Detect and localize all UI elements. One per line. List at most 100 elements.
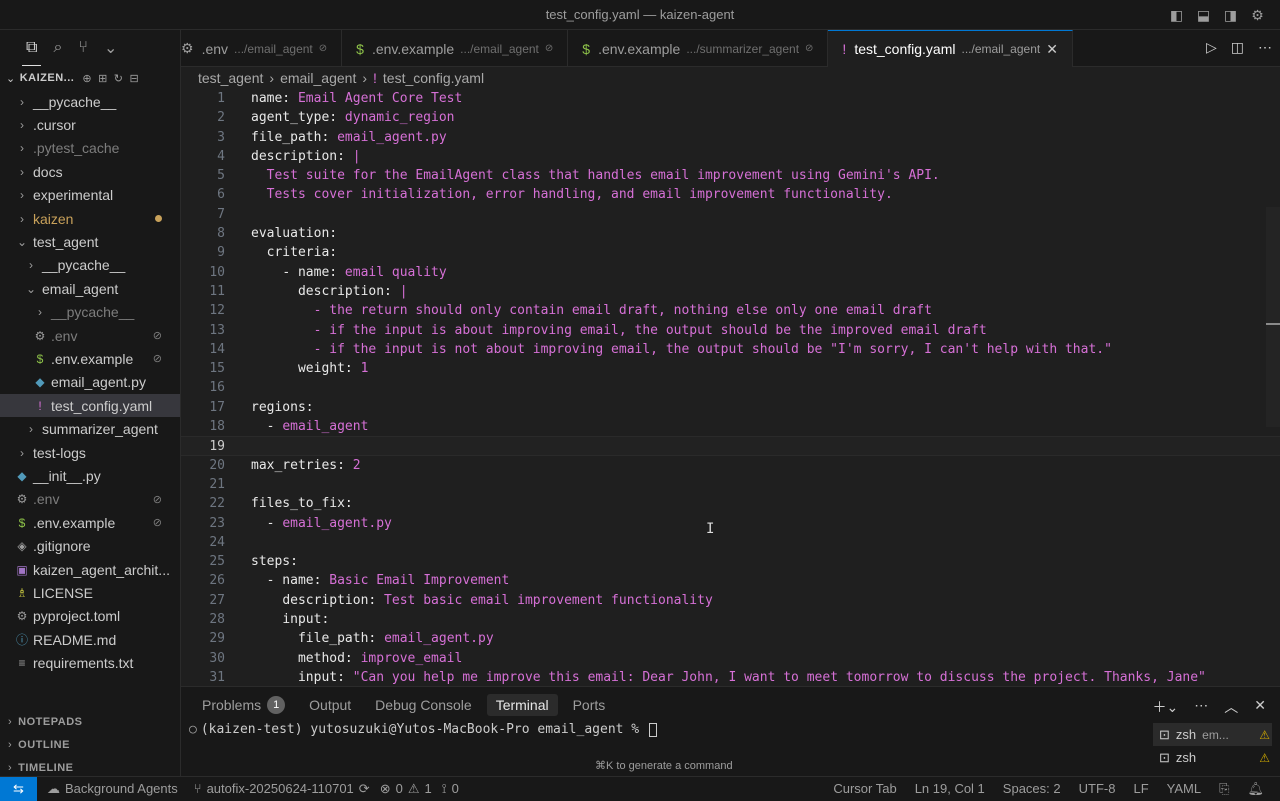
tree-item-env[interactable]: ⚙ .env ⊘ [0,488,180,511]
tree-item-env-example[interactable]: $ .env.example ⊘ [0,511,180,534]
tree-item-gitignore[interactable]: ◈ .gitignore [0,534,180,557]
code-line[interactable]: 31 input: "Can you help me improve this … [181,668,1280,686]
tree-item-email-agent[interactable]: ⌄ email_agent [0,277,180,300]
language-mode[interactable]: YAML [1167,781,1201,797]
code-line[interactable]: 27 description: Test basic email improve… [181,591,1280,610]
tab-env-example[interactable]: $ .env.example .../email_agent ⊘ [342,30,569,67]
breadcrumb-folder-1[interactable]: test_agent [198,70,263,86]
indentation[interactable]: Spaces: 2 [1003,781,1061,797]
tree-item-pycache[interactable]: › __pycache__ [0,90,180,113]
code-line[interactable]: 22 files_to_fix: [181,494,1280,513]
close-icon[interactable]: ✕ [1046,41,1058,58]
ports-status[interactable]: ⟟ 0 [442,781,459,797]
toggle-sidebar-icon[interactable]: ◧ [1168,7,1185,23]
tree-item-license[interactable]: ♗ LICENSE [0,581,180,604]
code-line[interactable]: 12 - the return should only contain emai… [181,301,1280,320]
tree-item-experimental[interactable]: › experimental [0,184,180,207]
tree-item-pycache[interactable]: › __pycache__ [0,301,180,324]
code-editor[interactable]: 1 name: Email Agent Core Test 2 agent_type:… [181,89,1280,686]
tab-env-example[interactable]: $ .env.example .../summarizer_agent ⊘ [568,30,829,67]
code-line[interactable]: 24 [181,533,1280,552]
code-line[interactable]: 20 max_retries: 2 [181,456,1280,475]
code-line[interactable]: 19 [181,436,1280,456]
code-line[interactable]: 7 [181,205,1280,224]
code-line[interactable]: 13 - if the input is about improving ema… [181,321,1280,340]
tab-ports[interactable]: Ports [564,694,615,716]
explorer-header[interactable]: ⌄ KAIZEN... ⊕ ⊞ ↻ ⊟ [0,66,180,90]
new-file-icon[interactable]: ⊕ [82,72,92,85]
source-control-icon[interactable]: ⑂ [78,39,88,57]
tree-item-pytest-cache[interactable]: › .pytest_cache [0,137,180,160]
section-outline[interactable]: › OUTLINE [0,733,181,756]
code-line[interactable]: 26 - name: Basic Email Improvement [181,571,1280,590]
tree-item-env[interactable]: ⚙ .env ⊘ [0,324,180,347]
tree-item-kaizen-agent-archit[interactable]: ▣ kaizen_agent_archit... [0,558,180,581]
terminal-session-1[interactable]: ⊡ zsh em... ⚠ [1153,723,1272,746]
terminal-output[interactable]: ○ (kaizen-test) yutosuzuki@Yutos-MacBook-… [189,722,657,737]
tab-test-config-yaml[interactable]: ! test_config.yaml .../email_agent ✕ [828,30,1073,67]
remote-icon[interactable]: ⇆ [0,776,37,801]
feedback-icon[interactable]: ⎘ [1219,781,1229,797]
tab-output[interactable]: Output [300,694,360,716]
files-icon[interactable]: ⧉ [21,39,43,66]
code-line[interactable]: 29 file_path: email_agent.py [181,629,1280,648]
tab-env[interactable]: ⚙ .env .../email_agent ⊘ [181,30,343,67]
code-line[interactable]: 9 criteria: [181,243,1280,262]
tab-debug-console[interactable]: Debug Console [366,694,481,716]
problems-summary[interactable]: ⊗ 0 ⚠ 1 [380,781,432,797]
code-line[interactable]: 3 file_path: email_agent.py [181,128,1280,147]
more-actions-icon[interactable]: ⋯ [1194,697,1208,717]
code-line[interactable]: 5 Test suite for the EmailAgent class th… [181,166,1280,185]
code-line[interactable]: 8 evaluation: [181,224,1280,243]
code-line[interactable]: 2 agent_type: dynamic_region [181,108,1280,127]
code-line[interactable]: 14 - if the input is not about improving… [181,340,1280,359]
code-line[interactable]: 18 - email_agent [181,417,1280,436]
split-editor-icon[interactable]: ◫ [1231,39,1244,56]
breadcrumb-folder-2[interactable]: email_agent [280,70,356,86]
minimap[interactable] [1266,207,1280,427]
code-line[interactable]: 25 steps: [181,552,1280,571]
background-agents[interactable]: ☁ Background Agents [47,781,178,797]
tree-item-docs[interactable]: › docs [0,160,180,183]
tree-item-init-py[interactable]: ◆ __init__.py [0,464,180,487]
section-notepads[interactable]: › NOTEPADS [0,710,181,733]
code-line[interactable]: 1 name: Email Agent Core Test [181,89,1280,108]
toggle-secondary-sidebar-icon[interactable]: ◨ [1222,7,1239,23]
terminal-session-2[interactable]: ⊡ zsh ⚠ [1153,746,1272,769]
tree-item-pycache[interactable]: › __pycache__ [0,254,180,277]
toggle-panel-icon[interactable]: ⬓ [1195,7,1212,23]
search-icon[interactable]: ⌕ [53,39,62,57]
tree-item-env-example[interactable]: $ .env.example ⊘ [0,347,180,370]
git-branch[interactable]: ⑂ autofix-20250624-110701 ⟳ [194,781,370,797]
maximize-panel-icon[interactable]: ︿ [1224,697,1238,717]
code-line[interactable]: 16 [181,378,1280,397]
tree-item-test-agent[interactable]: ⌄ test_agent [0,230,180,253]
encoding[interactable]: UTF-8 [1079,781,1116,797]
tree-item-summarizer-agent[interactable]: › summarizer_agent [0,417,180,440]
code-line[interactable]: 4 description: | [181,147,1280,166]
tree-item-kaizen[interactable]: › kaizen [0,207,180,230]
notifications-bell-icon[interactable]: 🔔︎ [1247,781,1264,797]
tree-item-pyproject-toml[interactable]: ⚙ pyproject.toml [0,605,180,628]
breadcrumb-file[interactable]: test_config.yaml [383,70,484,86]
tab-problems[interactable]: Problems 1 [193,693,294,717]
code-line[interactable]: 23 - email_agent.py [181,514,1280,533]
chevron-down-icon[interactable]: ⌄ [104,38,117,58]
tab-terminal[interactable]: Terminal [486,694,558,716]
more-actions-icon[interactable]: ⋯ [1258,39,1272,56]
code-line[interactable]: 15 weight: 1 [181,359,1280,378]
tree-item-requirements-txt[interactable]: ≡ requirements.txt [0,651,180,674]
refresh-icon[interactable]: ↻ [114,72,124,85]
cursor-tab-status[interactable]: Cursor Tab [833,781,896,797]
code-line[interactable]: 17 regions: [181,398,1280,417]
tree-item-cursor[interactable]: › .cursor [0,113,180,136]
tree-item-readme-md[interactable]: ⓘ README.md [0,628,180,651]
cursor-position[interactable]: Ln 19, Col 1 [915,781,985,797]
code-line[interactable]: 30 method: improve_email [181,649,1280,668]
code-line[interactable]: 10 - name: email quality [181,263,1280,282]
collapse-all-icon[interactable]: ⊟ [130,72,140,85]
new-folder-icon[interactable]: ⊞ [98,72,108,85]
end-of-line[interactable]: LF [1133,781,1148,797]
code-line[interactable]: 11 description: | [181,282,1280,301]
run-icon[interactable]: ▷ [1206,39,1217,56]
